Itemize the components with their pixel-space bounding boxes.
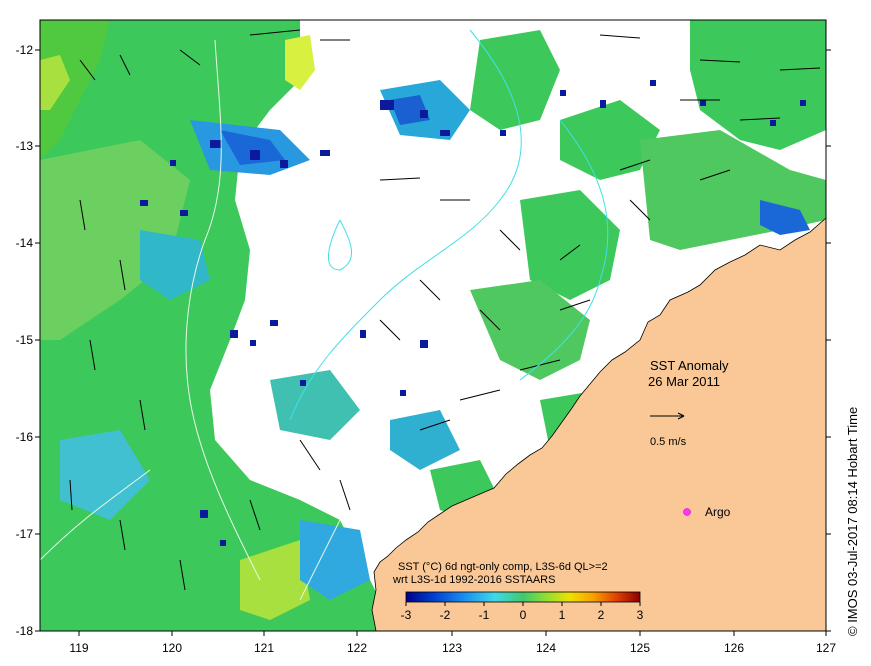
argo-label: Argo [705, 505, 731, 519]
longitude-tick-label: 127 [816, 641, 836, 655]
color-bar-tick-label: -2 [440, 608, 451, 622]
credit-text: © IMOS 03-Jul-2017 08:14 Hobart Time [845, 407, 860, 636]
latitude-tick-label: -16 [16, 430, 34, 444]
map-plot-area [40, 20, 826, 631]
color-bar-tick-label: 3 [637, 608, 644, 622]
color-bar-tick-label: 0 [520, 608, 527, 622]
argo-float-marker [683, 508, 691, 516]
sst-anomaly-map: 119 120 121 122 123 124 125 126 127 -12-13-14-15… [16, 19, 836, 655]
latitude-tick-label: -18 [16, 624, 34, 638]
longitude-tick-label: 120 [162, 641, 182, 655]
longitude-tick-label: 126 [724, 641, 744, 655]
longitude-axis: 119 120 121 122 123 124 125 126 127 [69, 631, 836, 655]
latitude-tick-label: -15 [16, 333, 34, 347]
color-bar-tick-label: -3 [401, 608, 412, 622]
longitude-tick-label: 124 [536, 641, 556, 655]
color-bar-tick-label: 1 [559, 608, 566, 622]
reference-vector-label: 0.5 m/s [650, 436, 687, 448]
credit-line: © IMOS 03-Jul-2017 08:14 Hobart Time [845, 407, 860, 636]
latitude-tick-label: -13 [16, 139, 34, 153]
latitude-tick-label: -12 [16, 43, 34, 57]
map-title-line-1: SST Anomaly [650, 358, 729, 373]
longitude-tick-label: 122 [347, 641, 367, 655]
map-title-line-2: 26 Mar 2011 [648, 374, 720, 389]
legend-line-1: SST (°C) 6d ngt-only comp, L3S-6d QL>=2 [398, 561, 608, 573]
longitude-tick-label: 121 [254, 641, 274, 655]
longitude-tick-label: 125 [630, 641, 650, 655]
latitude-tick-label: -14 [16, 236, 34, 250]
legend-line-2: wrt L3S-1d 1992-2016 SSTAARS [392, 574, 555, 586]
latitude-tick-label: -17 [16, 527, 34, 541]
longitude-tick-label: 119 [69, 641, 88, 655]
color-bar-tick-label: -1 [479, 608, 490, 622]
color-bar [405, 591, 641, 603]
color-bar-tick-label: 2 [598, 608, 605, 622]
longitude-tick-label: 123 [442, 641, 462, 655]
